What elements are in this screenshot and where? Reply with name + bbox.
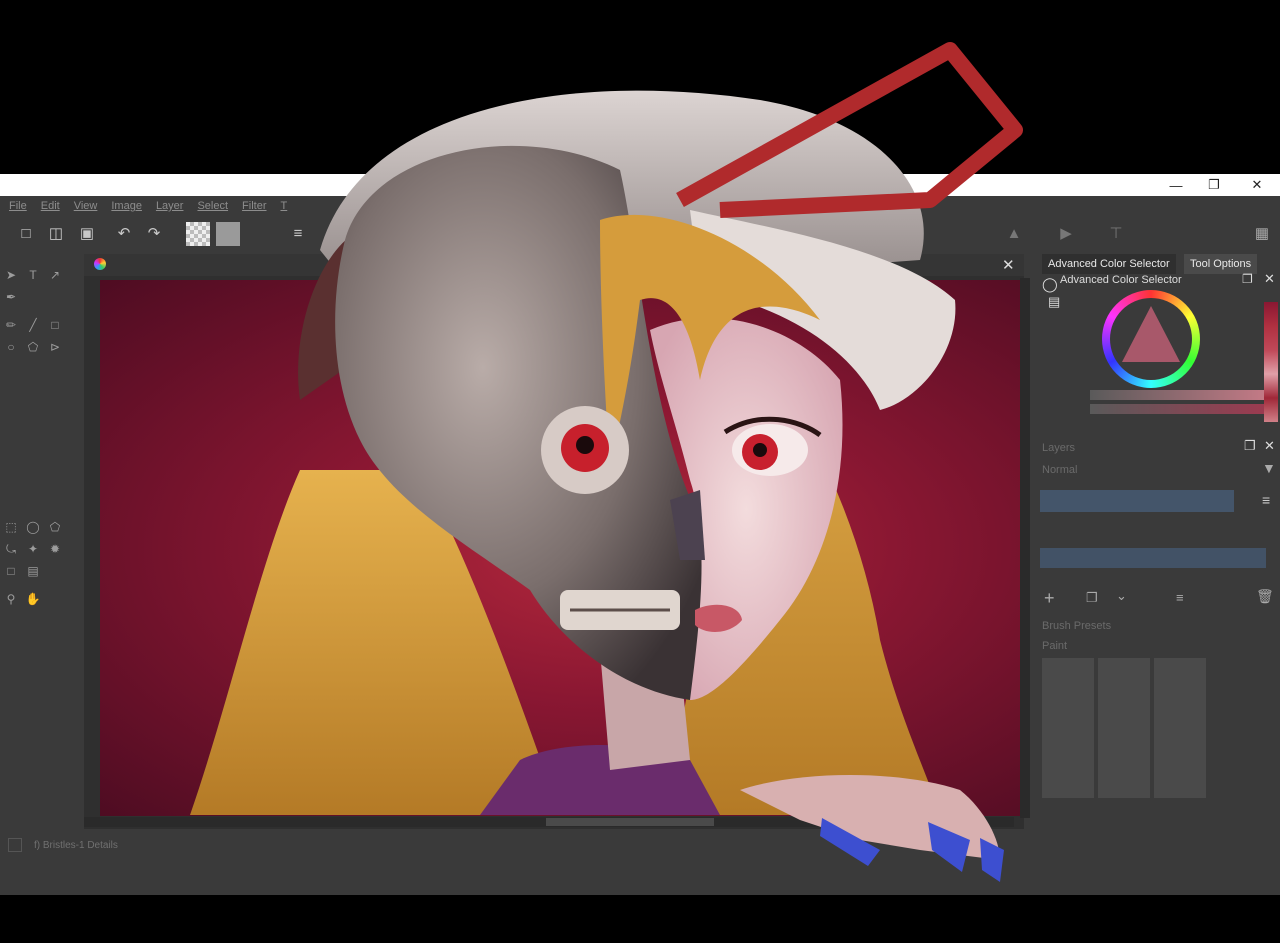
close-docker-icon[interactable]: ✕ (1264, 271, 1275, 287)
main-toolbar: □ ◫ ▣ ↶ ↷ ≡ ▲ ▶ ⊤ ▦ (0, 218, 1280, 250)
close-icon[interactable]: ✕ (1235, 174, 1279, 196)
select-shape-tool-icon[interactable]: ➤ (2, 266, 20, 284)
filter-icon[interactable]: ▼ (1262, 460, 1276, 476)
layer-properties-icon[interactable]: ≡ (1176, 590, 1184, 605)
float-layers-icon[interactable]: ❐ (1244, 438, 1256, 454)
document-tab[interactable]: ✕ (84, 254, 1024, 276)
menu-layer[interactable]: Layer (147, 196, 189, 218)
duplicate-layer-icon[interactable]: ❐ (1086, 590, 1098, 606)
canvas-view: ✕ (84, 254, 1024, 829)
freehand-select-tool-icon[interactable]: ⤿ (2, 540, 20, 558)
layer-opacity-bar[interactable] (1040, 490, 1234, 512)
pan-tool-icon[interactable]: ✋ (24, 590, 42, 608)
value-slider[interactable] (1090, 390, 1266, 400)
save-icon[interactable]: ▣ (77, 223, 97, 243)
ellipse-select-tool-icon[interactable]: ◯ (24, 518, 42, 536)
selector-settings-icon[interactable]: ▤ (1048, 294, 1060, 310)
painting-canvas[interactable] (100, 280, 1020, 816)
mirror-horizontal-icon[interactable]: ▲ (1004, 223, 1024, 243)
menu-select[interactable]: Select (188, 196, 233, 218)
undo-icon[interactable]: ↶ (114, 223, 134, 243)
status-brush-name: f) Bristles-1 Details (34, 840, 118, 851)
contiguous-select-tool-icon[interactable]: ✦ (24, 540, 42, 558)
polygon-tool-icon[interactable]: ⬠ (24, 338, 42, 356)
magnetic-select-tool-icon[interactable]: ▤ (24, 562, 42, 580)
rectangle-select-tool-icon[interactable]: ⬚ (2, 518, 20, 536)
color-selector-title: Advanced Color Selector (1060, 274, 1182, 286)
move-down-icon[interactable]: ⌄ (1116, 588, 1127, 604)
similar-select-tool-icon[interactable]: ✹ (46, 540, 64, 558)
fill-gradient-swatch[interactable] (186, 222, 210, 246)
tab-tool-options[interactable]: Tool Options (1184, 254, 1258, 274)
krita-window: File Edit View Image Layer Select Filter… (0, 196, 1280, 895)
zoom-tool-icon[interactable]: ⚲ (2, 590, 20, 608)
ellipse-tool-icon[interactable]: ○ (2, 338, 20, 356)
menu-view[interactable]: View (65, 196, 103, 218)
tab-advanced-color-selector[interactable]: Advanced Color Selector (1042, 254, 1176, 274)
redo-icon[interactable]: ↷ (144, 223, 164, 243)
status-bar: f) Bristles-1 Details (0, 836, 1280, 858)
menu-file[interactable]: File (0, 196, 32, 218)
polygon-select-tool-icon[interactable]: ⬠ (46, 518, 64, 536)
brush-tag[interactable]: Paint (1042, 640, 1067, 652)
scrollbar-thumb[interactable] (546, 818, 714, 826)
float-docker-icon[interactable]: ❐ (1242, 272, 1253, 286)
layer-row-selected[interactable] (1040, 548, 1266, 568)
polyline-tool-icon[interactable]: ⊳ (46, 338, 64, 356)
brush-presets-title: Brush Presets (1042, 620, 1112, 632)
text-tool-icon[interactable]: T (24, 266, 42, 284)
saturation-slider[interactable] (1090, 404, 1266, 414)
bezier-select-tool-icon[interactable]: □ (2, 562, 20, 580)
toolbox: ➤ T ↗ ✒ ✏ ╱ □ ○ ⬠ ⊳ ⬚ ◯ ⬠ ⤿ ✦ ✹ □ ▤ ⚲ ✋ (0, 258, 80, 848)
rectangle-tool-icon[interactable]: □ (46, 316, 64, 334)
color-triangle[interactable] (1122, 306, 1180, 362)
layers-title: Layers (1042, 442, 1076, 454)
restore-icon[interactable]: ❐ (1192, 174, 1236, 196)
status-icon (8, 838, 22, 852)
close-document-icon[interactable]: ✕ (1002, 256, 1015, 274)
add-layer-icon[interactable]: + (1044, 588, 1055, 609)
menu-bar: File Edit View Image Layer Select Filter… (0, 196, 1280, 218)
right-docker-panel: Advanced Color Selector Tool Options ◯ A… (1034, 254, 1280, 854)
menu-edit[interactable]: Edit (32, 196, 65, 218)
layers-blend-mode[interactable]: Normal (1042, 464, 1077, 476)
wrap-around-icon[interactable]: ⊤ (1106, 223, 1126, 243)
horizontal-scrollbar[interactable] (84, 817, 1014, 827)
line-tool-icon[interactable]: ╱ (24, 316, 42, 334)
calligraphy-tool-icon[interactable]: ✒ (2, 288, 20, 306)
title-bar: — ❐ ✕ (0, 174, 1280, 196)
hue-ring[interactable] (1102, 290, 1200, 388)
layer-menu-icon[interactable]: ≡ (1262, 492, 1270, 508)
new-document-icon[interactable]: □ (16, 223, 36, 243)
mirror-vertical-icon[interactable]: ▶ (1056, 223, 1076, 243)
document-icon (94, 258, 106, 270)
edit-shape-tool-icon[interactable]: ↗ (46, 266, 64, 284)
workspace-icon[interactable]: ▦ (1252, 223, 1272, 243)
freehand-brush-tool-icon[interactable]: ✏ (2, 316, 20, 334)
brush-preset-grid[interactable] (1042, 658, 1208, 798)
lock-icon[interactable]: ◯ (1042, 276, 1058, 293)
menu-tools[interactable]: T (272, 196, 293, 218)
vertical-scrollbar[interactable] (1020, 278, 1030, 818)
menu-filter[interactable]: Filter (233, 196, 271, 218)
fill-pattern-swatch[interactable] (216, 222, 240, 246)
open-folder-icon[interactable]: ◫ (46, 223, 66, 243)
close-layers-icon[interactable]: ✕ (1264, 438, 1275, 454)
menu-image[interactable]: Image (102, 196, 147, 218)
color-history-strip[interactable] (1264, 302, 1278, 422)
brush-settings-icon[interactable]: ≡ (288, 223, 308, 243)
delete-layer-icon[interactable]: 🗑 (1256, 588, 1274, 605)
